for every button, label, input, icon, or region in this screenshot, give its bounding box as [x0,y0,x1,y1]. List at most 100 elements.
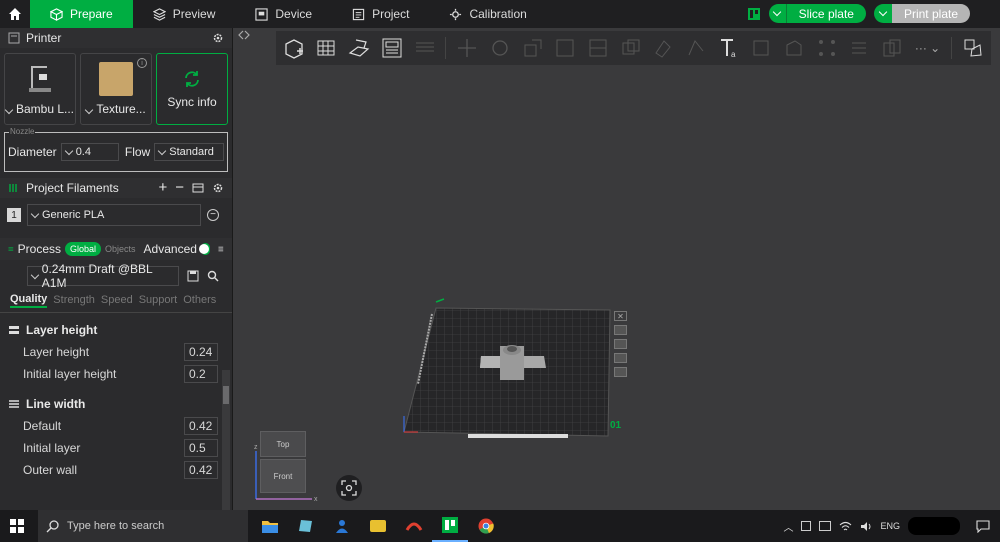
tab-others[interactable]: Others [183,294,216,306]
plate-settings-icon[interactable] [614,325,627,335]
cube-icon [50,7,63,21]
connectors-icon [815,36,839,60]
sidebar-scrollbar[interactable] [222,370,230,510]
notification-icon[interactable] [976,519,990,533]
chrome-app[interactable] [468,510,504,542]
lock-plate-icon[interactable] [614,353,627,363]
view-cube-top[interactable]: Top [260,431,306,457]
param-value-input[interactable]: 0.24 [184,343,218,361]
slice-plate-button[interactable]: Slice plate [768,4,866,23]
auto-orient-icon[interactable] [347,36,371,60]
advanced-switch[interactable] [199,243,211,255]
objects-toggle[interactable]: Objects [105,244,136,254]
filament-slot-row: 1 Generic PLA − [0,198,232,232]
view-cube[interactable]: Top Front x z [254,431,318,503]
build-plate[interactable] [396,294,646,454]
process-icon [8,247,14,251]
3d-viewport[interactable]: a ··· ⌄ 01 ✕ Top Front x z [234,28,1000,510]
filament-slot-number[interactable]: 1 [7,208,21,222]
printer-cards: Bambu L... i Texture... Sync info [0,48,232,130]
tray-app-icon-2[interactable] [819,521,832,531]
sync-info-label: Sync info [167,95,217,109]
focus-icon [341,480,357,496]
tab-preview[interactable]: Preview [133,0,236,28]
windows-taskbar: Type here to search ︿ ENG [0,510,1000,542]
param-value-input[interactable]: 0.2 [184,365,218,383]
calibration-icon [450,8,462,20]
sync-info-button[interactable]: Sync info [156,53,228,125]
bambu-app-icon [405,522,423,531]
list-icon[interactable] [218,243,224,255]
taskbar-search[interactable]: Type here to search [38,510,248,542]
print-dropdown-arrow[interactable] [873,4,892,23]
tab-calibration[interactable]: Calibration [429,0,546,28]
diameter-dropdown[interactable]: 0.4 [60,143,119,161]
tray-app-icon[interactable] [801,521,812,531]
param-value-input[interactable]: 0.42 [184,461,218,479]
add-object-icon[interactable] [282,36,306,60]
filament-dropdown[interactable]: Generic PLA [27,204,201,226]
mesh-boolean-icon [619,36,643,60]
plate-select-card[interactable]: i Texture... [80,53,152,125]
arrange-icon[interactable] [380,36,404,60]
process-preset-dropdown[interactable]: 0.24mm Draft @BBL A1M [27,262,179,290]
save-icon[interactable] [187,270,199,282]
notes-app-icon [299,520,312,532]
app-icon-3[interactable] [324,510,360,542]
tab-project[interactable]: Project [332,0,429,28]
print-plate-button[interactable]: Print plate [873,4,970,23]
more-tools-icon[interactable]: ··· ⌄ [913,36,943,60]
multi-device-icon[interactable] [747,7,761,21]
plate-view-icon[interactable] [961,36,985,60]
tab-strength[interactable]: Strength [53,294,95,306]
printer-select-card[interactable]: Bambu L... [4,53,76,125]
home-button[interactable] [0,0,30,28]
filament-icon [9,184,17,192]
remove-slot-icon[interactable]: − [207,209,219,221]
add-plate-icon[interactable] [315,36,339,60]
volume-icon[interactable] [860,521,872,532]
collapse-sidebar-icon[interactable] [238,30,250,40]
windows-start-button[interactable] [0,510,34,542]
filament-manager-icon[interactable] [192,182,204,194]
slice-dropdown-arrow[interactable] [768,4,787,23]
global-toggle[interactable]: Global [65,242,102,256]
app-icon-5[interactable] [396,510,432,542]
printer-section-header: Printer [0,28,232,48]
language-indicator[interactable]: ENG [880,521,900,531]
info-icon[interactable]: i [137,58,147,68]
chevron-up-icon[interactable]: ︿ [783,519,793,534]
add-filament-button[interactable]: + [158,180,167,195]
tab-support[interactable]: Support [139,294,178,306]
file-explorer-app[interactable] [252,510,288,542]
orient-plate-icon[interactable] [614,367,627,377]
tab-quality[interactable]: Quality [10,293,48,308]
app-icon-4[interactable] [360,510,396,542]
line-width-group: Line width [0,393,232,415]
text-tool-icon[interactable]: a [717,36,741,60]
param-value-input[interactable]: 0.42 [184,417,218,435]
bambu-studio-app[interactable] [432,510,468,542]
wifi-icon[interactable] [839,521,852,532]
svg-text:x: x [314,496,318,503]
search-icon[interactable] [207,270,219,282]
reset-view-button[interactable] [336,475,362,501]
gear-icon[interactable] [212,182,224,194]
project-icon [352,8,365,20]
param-outer-wall-width: Outer wall 0.42 [0,459,232,481]
svg-text:z: z [254,444,258,451]
close-plate-icon[interactable]: ✕ [614,311,627,321]
flow-value: Standard [169,146,214,158]
tab-device[interactable]: Device [235,0,332,28]
arrange-plate-icon[interactable] [614,339,627,349]
flow-dropdown[interactable]: Standard [154,143,224,161]
gear-icon[interactable] [212,32,224,44]
tab-prepare[interactable]: Prepare [30,0,133,28]
plate-name: Texture... [96,102,146,116]
slice-plate-label: Slice plate [786,4,866,23]
app-icon-2[interactable] [288,510,324,542]
param-value-input[interactable]: 0.5 [184,439,218,457]
remove-filament-button[interactable]: − [175,180,184,195]
view-cube-front[interactable]: Front [260,459,306,493]
tab-speed[interactable]: Speed [101,294,133,306]
